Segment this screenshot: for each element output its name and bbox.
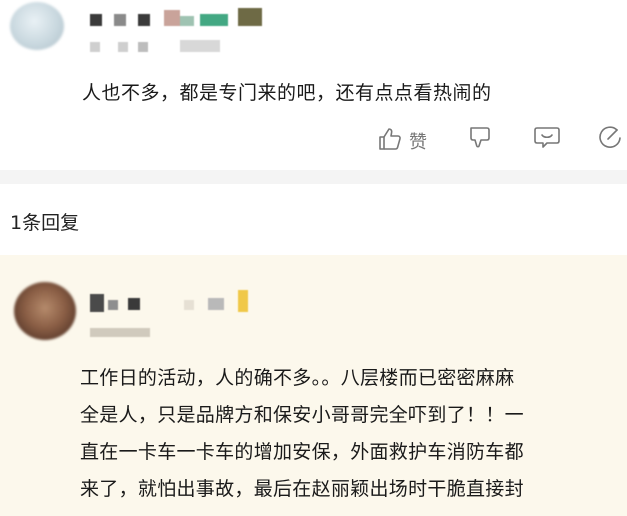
share-icon (597, 124, 623, 150)
reply-count[interactable]: 1条回复 (10, 208, 79, 235)
like-label: 赞 (409, 132, 427, 153)
avatar[interactable] (10, 2, 64, 50)
dislike-button[interactable] (467, 124, 493, 150)
comment-meta-blurred (90, 38, 240, 56)
reply-text-line: 直在一卡车一卡车的增加安保，外面救护车消防车都 (80, 441, 524, 463)
divider (0, 170, 627, 184)
reply-text-line: 全是人，只是品牌方和保安小哥哥完全吓到了！！一 (80, 404, 524, 426)
reply-username-blurred[interactable] (88, 290, 268, 316)
share-button[interactable] (597, 124, 623, 150)
comment-bubble-icon (533, 124, 561, 150)
reply-avatar[interactable] (14, 282, 76, 340)
thumbs-down-icon (467, 124, 493, 150)
reply-text-line: 工作日的活动，人的确不多。。八层楼而已密密麻麻 (80, 367, 515, 389)
thumbs-up-icon (377, 126, 403, 152)
username-blurred[interactable] (88, 6, 268, 32)
reply-meta-blurred (90, 324, 170, 340)
reply-button[interactable] (533, 124, 561, 150)
reply-text: 工作日的活动，人的确不多。。八层楼而已密密麻麻 全是人，只是品牌方和保安小哥哥完… (80, 360, 627, 508)
comment-text: 人也不多，都是专门来的吧，还有点点看热闹的 (82, 82, 492, 104)
reply-text-line: 来了，就怕出事故，最后在赵丽颖出场时干脆直接封 (80, 478, 524, 500)
